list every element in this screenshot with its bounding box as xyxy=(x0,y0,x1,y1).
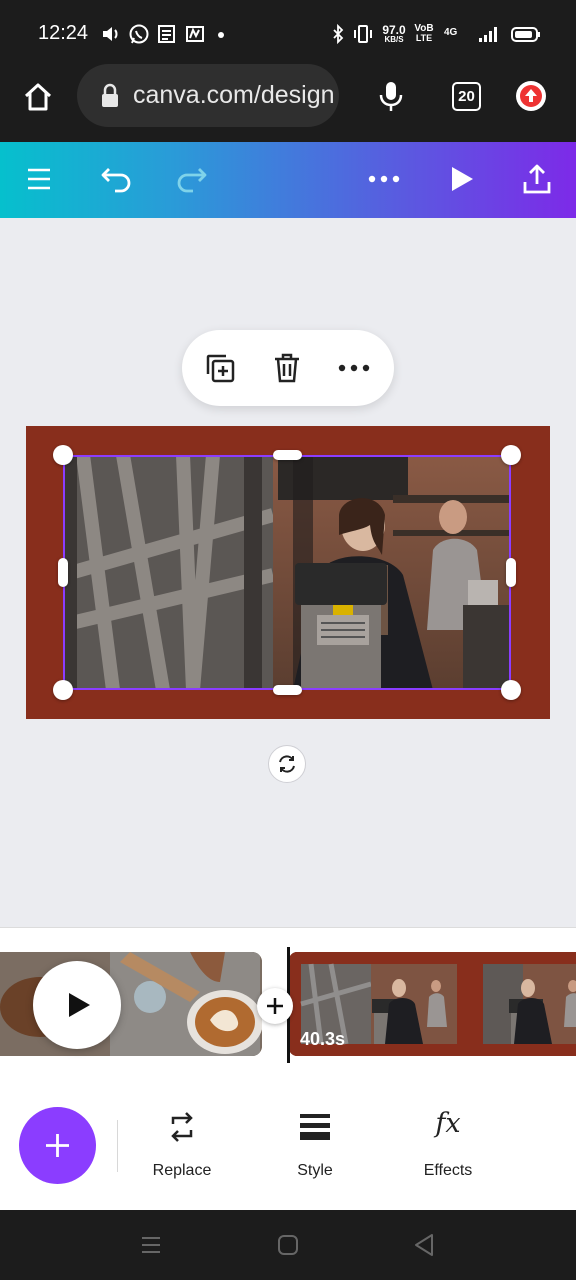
add-transition-button[interactable] xyxy=(257,988,293,1024)
lock-icon[interactable] xyxy=(99,83,121,109)
effects-icon: fx xyxy=(435,1108,461,1139)
editor-toolbar xyxy=(0,142,576,218)
network-type: 4G xyxy=(444,27,458,38)
resize-handle-right[interactable] xyxy=(506,558,516,587)
signal-icon xyxy=(479,27,497,42)
replace-label: Replace xyxy=(152,1162,212,1179)
status-bar: 12:24 97.0 KB/S VoB LTE 4G xyxy=(0,0,576,66)
home-icon[interactable] xyxy=(22,81,54,113)
news-icon xyxy=(158,25,175,43)
selection-box[interactable] xyxy=(63,455,511,690)
delete-icon[interactable] xyxy=(272,351,302,385)
add-element-button[interactable] xyxy=(19,1107,96,1184)
resize-handle-left[interactable] xyxy=(58,558,68,587)
redo-icon[interactable] xyxy=(174,164,208,194)
menu-icon[interactable] xyxy=(26,166,52,192)
rotate-icon xyxy=(279,755,295,773)
status-time: 12:24 xyxy=(38,22,89,44)
undo-icon[interactable] xyxy=(100,164,134,194)
back-icon[interactable] xyxy=(413,1233,435,1257)
rotate-handle[interactable] xyxy=(268,745,306,783)
play-preview-button[interactable] xyxy=(33,961,121,1049)
resize-handle-top-left[interactable] xyxy=(53,445,73,465)
myntra-icon xyxy=(186,26,204,42)
resize-handle-top[interactable] xyxy=(273,450,302,460)
tabs-icon[interactable]: 20 xyxy=(452,82,481,111)
resize-handle-top-right[interactable] xyxy=(501,445,521,465)
replace-icon xyxy=(171,1112,193,1142)
plus-icon xyxy=(267,998,283,1014)
update-icon[interactable] xyxy=(516,81,546,111)
play-triangle-icon xyxy=(69,993,90,1017)
url-text[interactable]: canva.com/design xyxy=(133,81,335,110)
battery-icon xyxy=(511,27,540,42)
vibrate-icon xyxy=(354,25,372,43)
toolbar-divider xyxy=(117,1120,118,1172)
recents-icon[interactable] xyxy=(140,1235,162,1255)
resize-handle-bottom-right[interactable] xyxy=(501,680,521,700)
system-nav-bar xyxy=(0,1210,576,1280)
net-speed: 97.0 KB/S xyxy=(381,24,407,44)
browser-bar: canva.com/design 20 xyxy=(0,64,576,142)
resize-handle-bottom-left[interactable] xyxy=(53,680,73,700)
resize-handle-bottom[interactable] xyxy=(273,685,302,695)
address-bar[interactable]: canva.com/design xyxy=(77,64,339,127)
duplicate-icon[interactable] xyxy=(204,352,236,384)
style-label: Style xyxy=(297,1162,333,1179)
play-icon[interactable] xyxy=(448,164,476,194)
volume-icon xyxy=(103,27,118,41)
volte-indicator: VoB LTE xyxy=(413,24,435,43)
volte-bottom: LTE xyxy=(415,33,433,43)
bluetooth-icon xyxy=(333,23,344,45)
element-context-menu xyxy=(182,330,394,406)
style-icon xyxy=(300,1114,330,1140)
home-nav-icon[interactable] xyxy=(277,1234,299,1256)
clip-duration: 40.3s xyxy=(300,1029,346,1049)
mic-icon[interactable] xyxy=(377,79,405,115)
more-icon[interactable] xyxy=(367,172,401,186)
dot-icon xyxy=(218,32,224,38)
plus-icon xyxy=(46,1134,69,1157)
whatsapp-icon xyxy=(129,24,149,44)
effects-label: Effects xyxy=(423,1162,473,1179)
more-options-icon[interactable] xyxy=(338,361,370,375)
share-icon[interactable] xyxy=(520,162,554,196)
net-speed-unit: KB/S xyxy=(384,35,404,44)
